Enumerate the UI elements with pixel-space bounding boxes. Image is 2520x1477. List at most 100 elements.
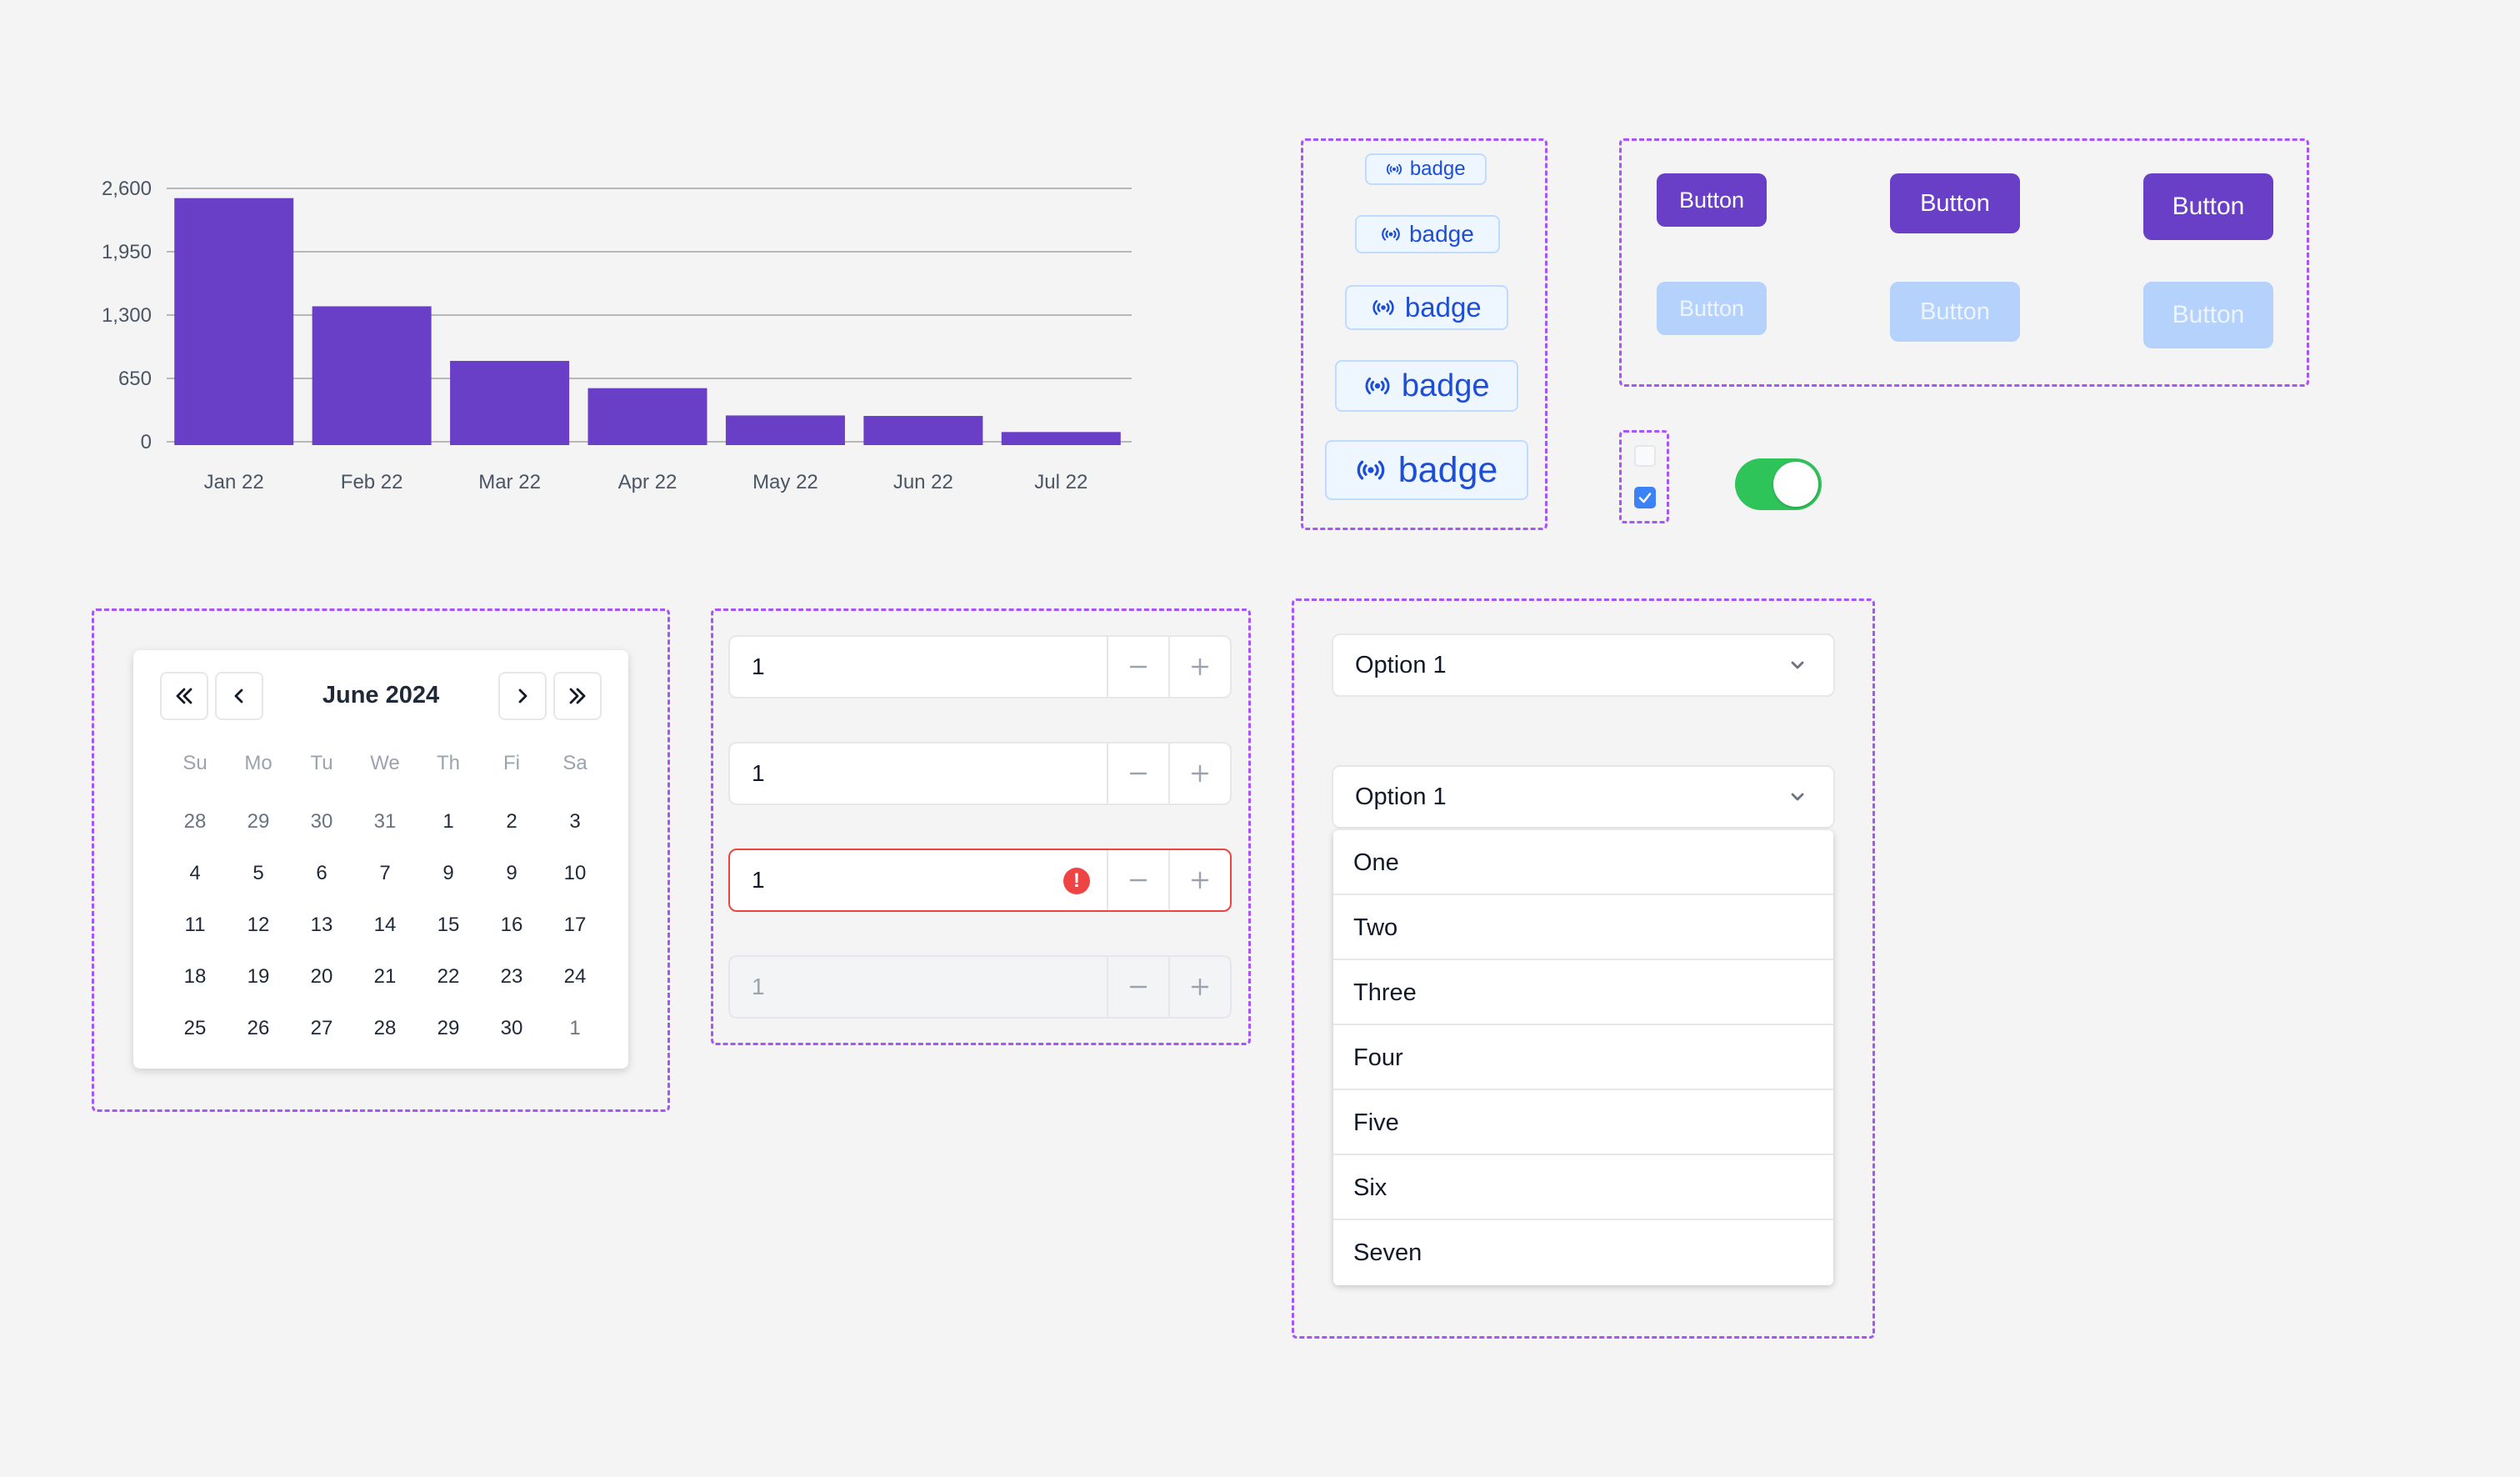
- calendar-day[interactable]: 19: [227, 959, 290, 1010]
- toggle-switch[interactable]: [1735, 458, 1822, 510]
- button-disabled-medium[interactable]: Button: [1890, 282, 2020, 342]
- calendar-day[interactable]: 21: [353, 959, 417, 1010]
- calendar-month-title: June 2024: [322, 682, 440, 708]
- weekday-label: Mo: [244, 752, 272, 774]
- calendar-day[interactable]: 28: [163, 804, 227, 855]
- x-tick-label: Jun 22: [893, 471, 953, 493]
- calendar-day[interactable]: 7: [353, 855, 417, 907]
- decrement-button[interactable]: [1107, 744, 1168, 804]
- calendar-day[interactable]: 16: [480, 907, 543, 959]
- bar[interactable]: [312, 306, 432, 445]
- double-chevron-right-icon: [569, 688, 586, 704]
- badge-5: badge: [1325, 440, 1528, 500]
- calendar-day[interactable]: 28: [353, 1010, 417, 1062]
- minus-icon: [1129, 772, 1148, 775]
- select-open[interactable]: Option 1: [1332, 765, 1835, 829]
- calendar-day[interactable]: 25: [163, 1010, 227, 1062]
- bar[interactable]: [725, 415, 845, 445]
- button-primary-small[interactable]: Button: [1657, 173, 1767, 227]
- decrement-button[interactable]: [1107, 637, 1168, 697]
- calendar-day[interactable]: 24: [543, 959, 607, 1010]
- menu-option[interactable]: One: [1333, 830, 1833, 895]
- button-disabled-small[interactable]: Button: [1657, 282, 1767, 335]
- broadcast-icon: [1382, 228, 1401, 241]
- calendar-day[interactable]: 29: [227, 804, 290, 855]
- plus-icon: [1191, 978, 1209, 996]
- calendar-day[interactable]: 29: [417, 1010, 480, 1062]
- calendar-day[interactable]: 3: [543, 804, 607, 855]
- decrement-button[interactable]: [1107, 850, 1168, 910]
- number-value[interactable]: 1: [730, 744, 1107, 804]
- calendar-day[interactable]: 20: [290, 959, 353, 1010]
- button-primary-large[interactable]: Button: [2143, 173, 2273, 240]
- increment-button[interactable]: [1168, 637, 1230, 697]
- calendar-day[interactable]: 17: [543, 907, 607, 959]
- checkbox-unchecked[interactable]: [1634, 445, 1656, 467]
- number-input-default[interactable]: 1: [728, 635, 1232, 698]
- menu-option[interactable]: Three: [1333, 960, 1833, 1025]
- calendar-day[interactable]: 4: [163, 855, 227, 907]
- button-disabled-large[interactable]: Button: [2143, 282, 2273, 348]
- increment-button[interactable]: [1168, 850, 1230, 910]
- next-year-button[interactable]: [553, 672, 602, 720]
- plus-icon: [1191, 764, 1209, 783]
- badge-1: badge: [1365, 153, 1487, 185]
- decrement-button[interactable]: [1107, 957, 1168, 1017]
- increment-button[interactable]: [1168, 744, 1230, 804]
- calendar-day[interactable]: 12: [227, 907, 290, 959]
- bar[interactable]: [450, 360, 570, 445]
- error-icon: !: [1063, 868, 1090, 894]
- calendar-day[interactable]: 15: [417, 907, 480, 959]
- button-primary-medium[interactable]: Button: [1890, 173, 2020, 233]
- increment-button[interactable]: [1168, 957, 1230, 1017]
- calendar-day[interactable]: 18: [163, 959, 227, 1010]
- chevron-down-icon: [1787, 635, 1808, 695]
- number-input-error[interactable]: 1!: [728, 849, 1232, 912]
- menu-option[interactable]: Seven: [1333, 1220, 1833, 1285]
- menu-option[interactable]: Five: [1333, 1090, 1833, 1155]
- menu-option[interactable]: Two: [1333, 895, 1833, 960]
- menu-option[interactable]: Four: [1333, 1025, 1833, 1090]
- calendar-day[interactable]: 31: [353, 804, 417, 855]
- select-value: Option 1: [1355, 652, 1447, 678]
- x-tick-label: Mar 22: [478, 471, 541, 493]
- checkbox-checked[interactable]: [1634, 487, 1656, 508]
- number-value-text: 1: [752, 974, 765, 999]
- bar[interactable]: [863, 416, 983, 445]
- calendar-day[interactable]: 22: [417, 959, 480, 1010]
- bar[interactable]: [1001, 432, 1121, 445]
- number-input-default[interactable]: 1: [728, 742, 1232, 805]
- y-tick-label: 1,300: [102, 304, 152, 327]
- calendar-day[interactable]: 11: [163, 907, 227, 959]
- number-input-disabled[interactable]: 1: [728, 955, 1232, 1019]
- calendar-day[interactable]: 14: [353, 907, 417, 959]
- weekday-label: We: [370, 752, 400, 774]
- bar[interactable]: [588, 388, 708, 445]
- prev-year-button[interactable]: [160, 672, 208, 720]
- calendar-day[interactable]: 9: [417, 855, 480, 907]
- checkmark-icon: [1638, 493, 1652, 503]
- calendar-day[interactable]: 13: [290, 907, 353, 959]
- calendar-day[interactable]: 10: [543, 855, 607, 907]
- calendar-day[interactable]: 30: [480, 1010, 543, 1062]
- calendar-day[interactable]: 1: [543, 1010, 607, 1062]
- calendar-day[interactable]: 27: [290, 1010, 353, 1062]
- calendar-day[interactable]: 9: [480, 855, 543, 907]
- calendar-day[interactable]: 23: [480, 959, 543, 1010]
- badge-4: badge: [1335, 360, 1518, 412]
- bar[interactable]: [174, 198, 294, 445]
- y-tick-label: 650: [118, 368, 152, 390]
- calendar-day[interactable]: 5: [227, 855, 290, 907]
- menu-option[interactable]: Six: [1333, 1155, 1833, 1220]
- calendar-day[interactable]: 6: [290, 855, 353, 907]
- number-value[interactable]: 1!: [730, 850, 1107, 910]
- calendar-day[interactable]: 30: [290, 804, 353, 855]
- calendar-day[interactable]: 1: [417, 804, 480, 855]
- calendar-day[interactable]: 26: [227, 1010, 290, 1062]
- number-value[interactable]: 1: [730, 637, 1107, 697]
- next-month-button[interactable]: [498, 672, 547, 720]
- select-closed[interactable]: Option 1: [1332, 633, 1835, 697]
- number-value[interactable]: 1: [730, 957, 1107, 1017]
- broadcast-icon: [1387, 163, 1402, 175]
- calendar-day[interactable]: 2: [480, 804, 543, 855]
